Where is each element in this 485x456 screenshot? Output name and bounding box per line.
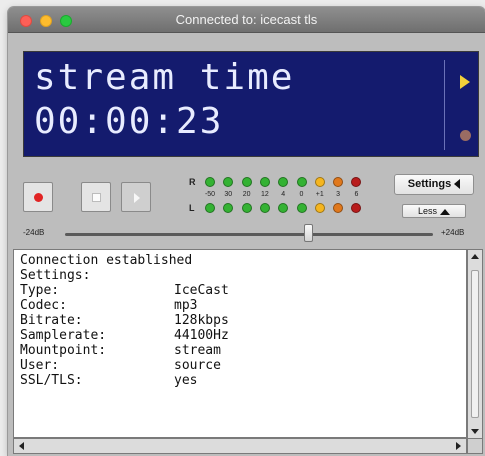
log-line: Settings: <box>20 268 91 283</box>
log-value: mp3 <box>174 298 198 313</box>
meter-led-left <box>241 203 252 213</box>
play-icon <box>134 193 140 203</box>
meter-led-left <box>259 203 270 213</box>
meter-led-right <box>205 177 215 187</box>
stop-icon <box>92 193 101 202</box>
scroll-left-icon[interactable] <box>19 442 24 450</box>
meter-led-left <box>205 203 215 213</box>
meter-led-right <box>314 177 325 187</box>
stop-button[interactable] <box>81 182 111 212</box>
meter-led-right <box>259 177 270 187</box>
log-value: IceCast <box>174 283 229 298</box>
display-divider <box>444 60 445 150</box>
volume-slider-thumb[interactable] <box>303 224 313 242</box>
meter-led-left <box>351 203 362 213</box>
scroll-down-icon[interactable] <box>471 429 479 434</box>
lcd-display: stream time 00:00:23 <box>23 51 479 157</box>
log-textarea[interactable]: Connection established Settings: Type: I… <box>13 249 467 438</box>
meter-led-left <box>314 203 325 213</box>
meter-led-right <box>333 177 344 187</box>
log-key: Samplerate: <box>20 328 107 343</box>
log-line: Connection established <box>20 253 193 268</box>
record-icon <box>34 193 43 202</box>
meter-right-label: R <box>189 177 196 187</box>
vertical-scrollbar[interactable] <box>467 249 483 439</box>
meter-led-right <box>241 177 252 187</box>
volume-min-label: -24dB <box>23 228 45 237</box>
meter-led-right <box>351 177 362 187</box>
stream-time-counter: 00:00:23 <box>34 101 224 142</box>
triangle-up-icon <box>440 208 450 215</box>
meter-led-left <box>333 203 344 213</box>
meter-led-left <box>223 203 234 213</box>
play-button[interactable] <box>121 182 151 212</box>
settings-button[interactable]: Settings <box>394 174 474 195</box>
less-button[interactable]: Less <box>402 204 466 218</box>
display-label: stream time <box>34 57 295 98</box>
record-button[interactable] <box>23 182 53 212</box>
meter-led-right <box>223 177 234 187</box>
scroll-right-icon[interactable] <box>456 442 461 450</box>
log-value: 44100Hz <box>174 328 229 343</box>
play-indicator-icon <box>460 75 470 89</box>
status-indicator-icon <box>460 130 471 141</box>
meter-led-left <box>278 203 289 213</box>
triangle-left-icon <box>454 179 461 190</box>
log-value: yes <box>174 373 198 388</box>
log-value: stream <box>174 343 221 358</box>
log-key: Type: <box>20 283 60 298</box>
meter-left-label: L <box>189 203 195 213</box>
horizontal-scrollbar[interactable] <box>13 438 467 454</box>
volume-max-label: +24dB <box>441 228 465 237</box>
scrollbar-corner <box>467 438 483 454</box>
app-window: Connected to: icecast tls stream time 00… <box>8 7 485 456</box>
meter-led-right <box>278 177 289 187</box>
log-key: Bitrate: <box>20 313 83 328</box>
log-key: Codec: <box>20 298 67 313</box>
log-value: source <box>174 358 221 373</box>
meter-led-left <box>296 203 307 213</box>
settings-button-label: Settings <box>407 178 452 190</box>
window-title: Connected to: icecast tls <box>175 12 318 27</box>
meter-tick-label: 6 <box>354 191 359 198</box>
title-bar[interactable]: Connected to: icecast tls <box>8 7 485 33</box>
log-key: Mountpoint: <box>20 343 107 358</box>
vertical-scroll-thumb[interactable] <box>471 270 479 418</box>
log-key: SSL/TLS: <box>20 373 83 388</box>
log-value: 128kbps <box>174 313 229 328</box>
scroll-up-icon[interactable] <box>471 254 479 259</box>
volume-slider-track[interactable] <box>65 233 433 236</box>
log-key: User: <box>20 358 60 373</box>
meter-led-right <box>296 177 307 187</box>
less-button-label: Less <box>417 206 437 216</box>
